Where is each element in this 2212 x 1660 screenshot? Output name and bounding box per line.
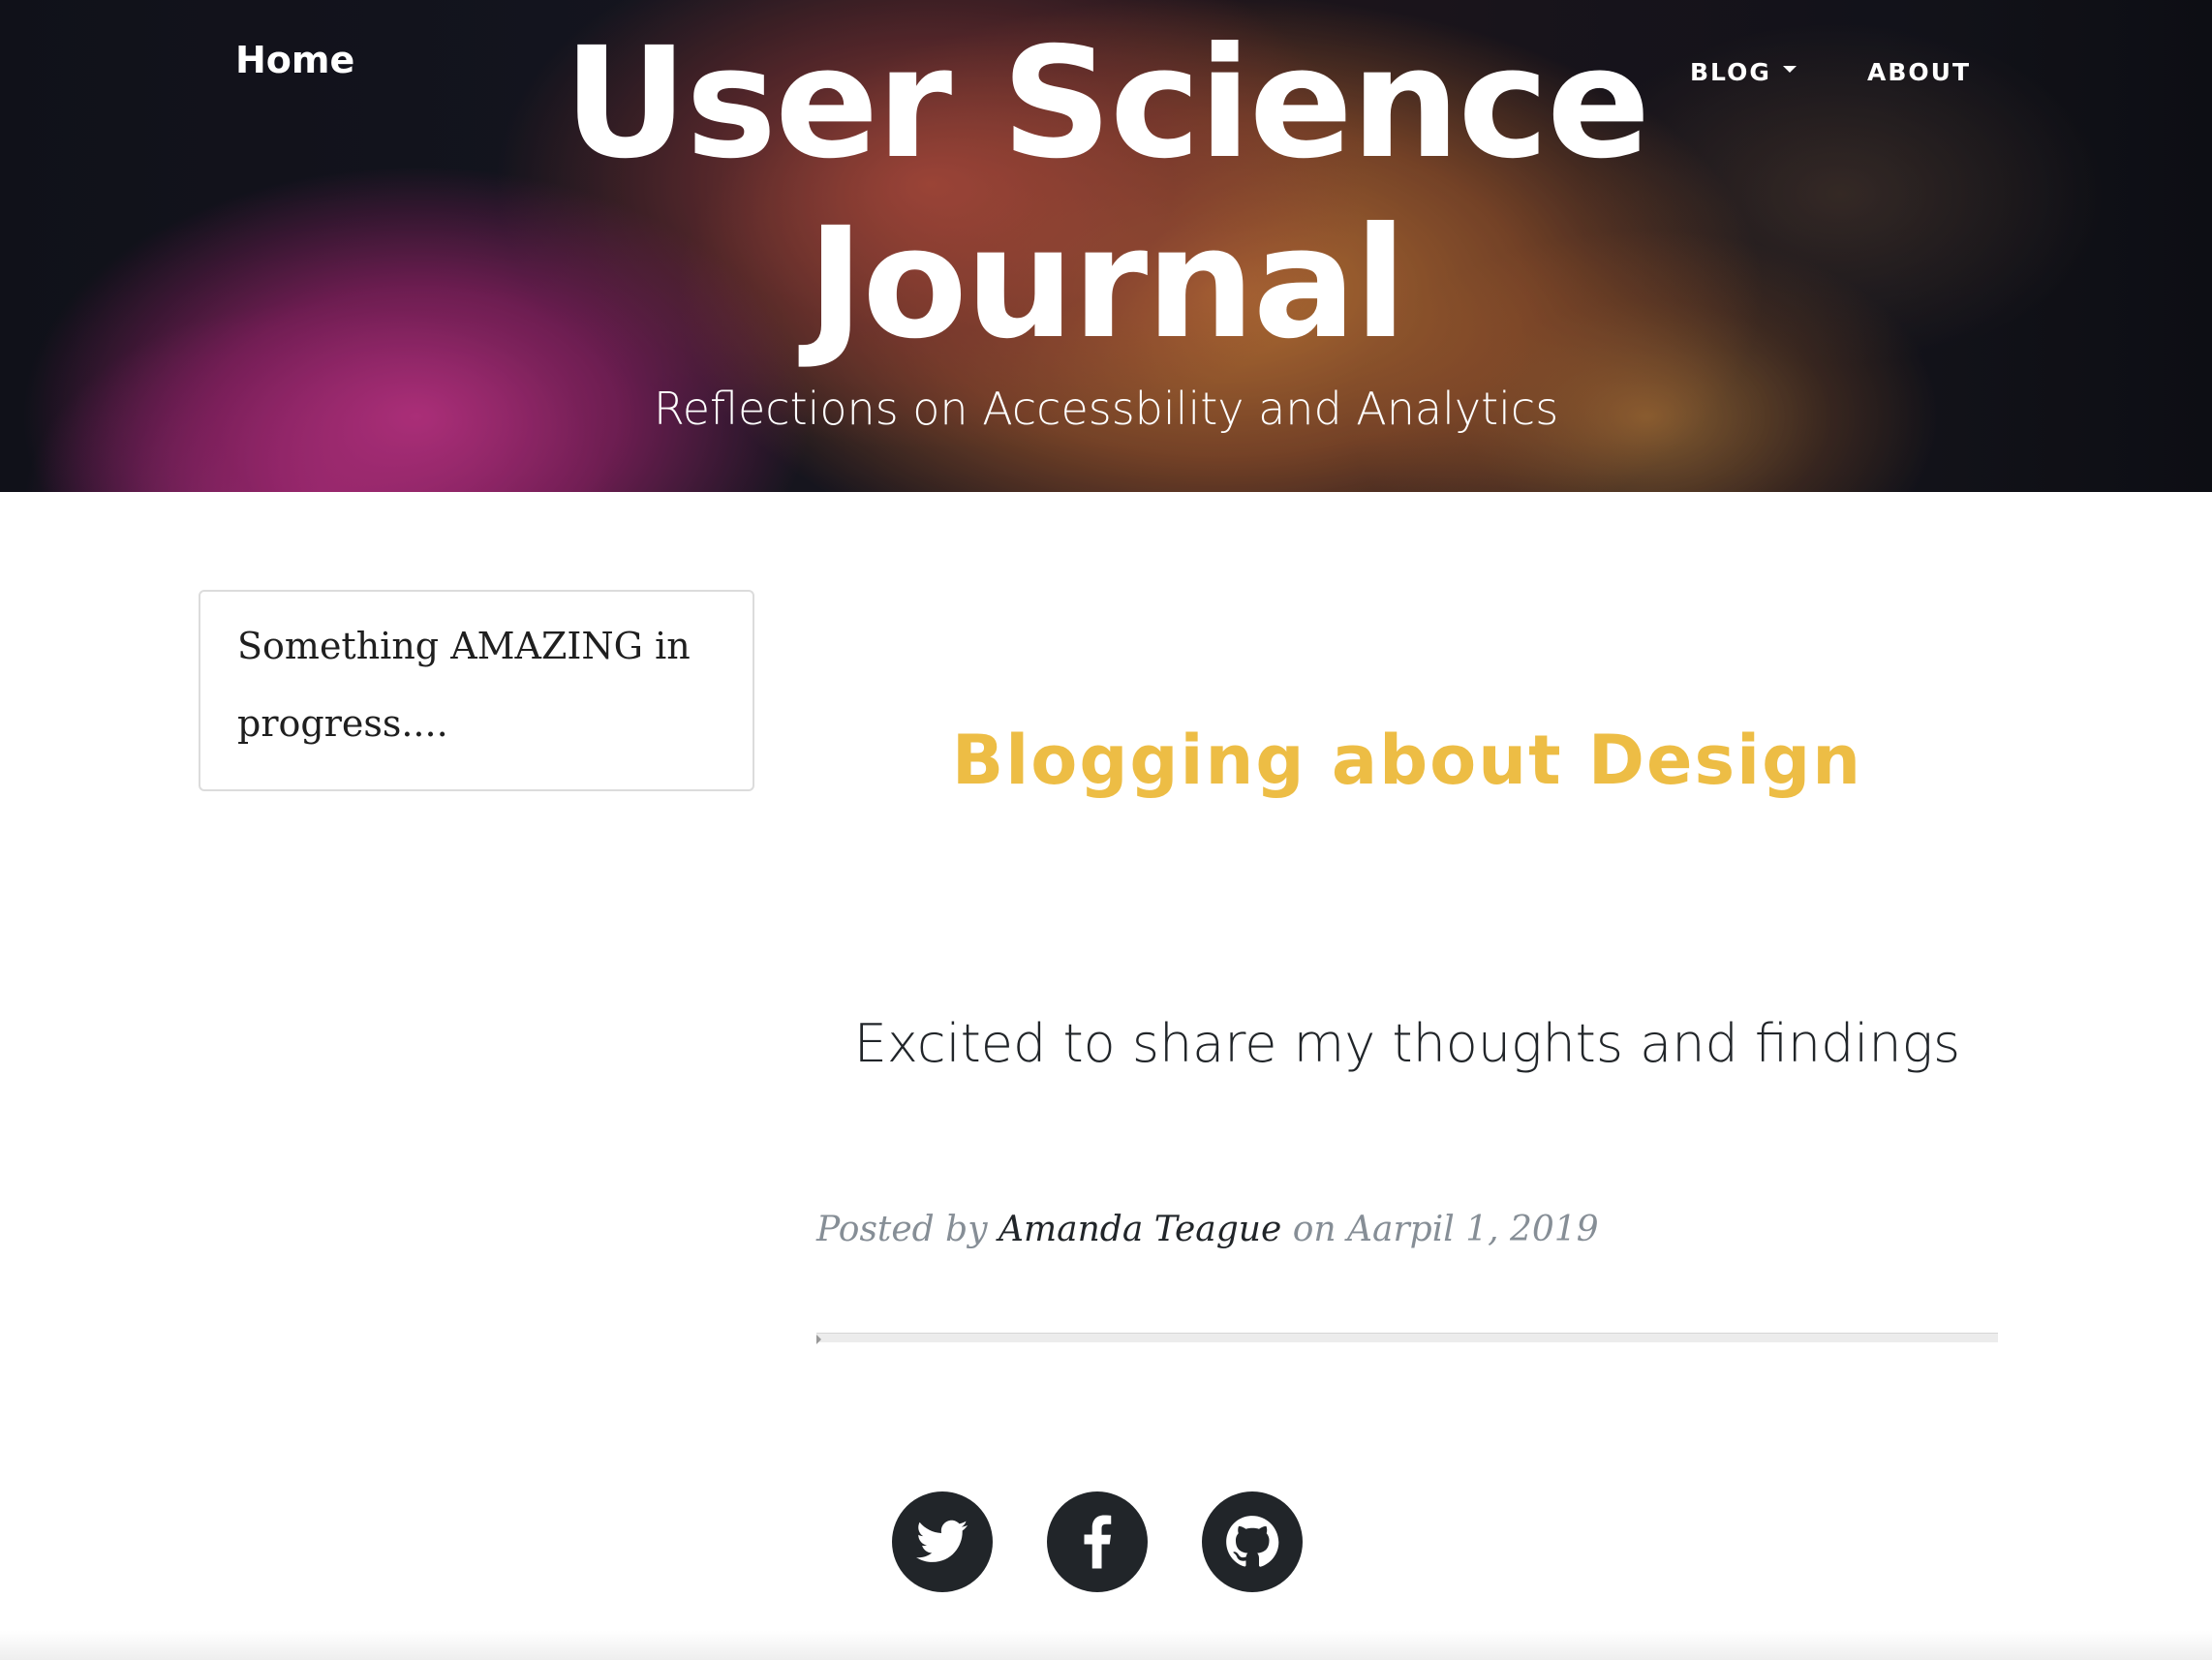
sidebar-text: Something AMAZING in progress....: [237, 625, 691, 745]
github-icon: [1225, 1515, 1279, 1569]
facebook-button[interactable]: [1047, 1491, 1148, 1592]
divider-marker: [816, 1335, 821, 1344]
site-title: User Science Journal: [0, 14, 2212, 374]
facebook-icon: [1083, 1515, 1112, 1569]
twitter-icon: [916, 1520, 968, 1564]
post-meta: Posted by Amanda Teague on Aarpil 1, 201…: [816, 1206, 1599, 1254]
hero-content: Home BLOG ABOUT User Science Journal Ref…: [0, 0, 2212, 492]
page-bottom-edge: [0, 1631, 2212, 1660]
twitter-button[interactable]: [892, 1491, 993, 1592]
post-date: Aarpil 1, 2019: [1347, 1210, 1599, 1249]
post-meta-on: on: [1281, 1210, 1348, 1249]
post-meta-prefix: Posted by: [816, 1210, 998, 1249]
github-button[interactable]: [1202, 1491, 1303, 1592]
post-title-link[interactable]: Blogging about Design: [816, 717, 1998, 804]
hero-header: Home BLOG ABOUT User Science Journal Ref…: [0, 0, 2212, 492]
sidebar-box: Something AMAZING in progress....: [199, 590, 754, 791]
site-subtitle: Reflections on Accessbility and Analytic…: [653, 383, 1559, 435]
page: Home BLOG ABOUT User Science Journal Ref…: [0, 0, 2212, 1660]
site-title-line-2: Journal: [807, 195, 1407, 373]
site-title-line-1: User Science: [563, 15, 1651, 193]
post-subtitle: Excited to share my thoughts and finding…: [853, 1013, 1961, 1074]
post-divider: [816, 1333, 1998, 1342]
post-author-link[interactable]: Amanda Teague: [998, 1210, 1281, 1249]
